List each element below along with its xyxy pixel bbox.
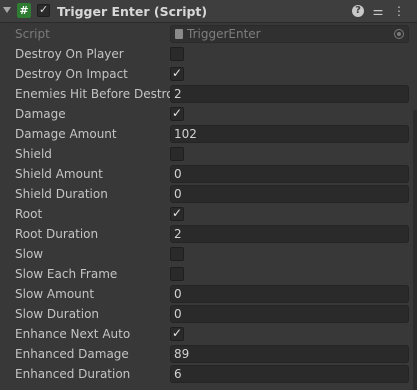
damage-amount-field[interactable]: 102	[170, 125, 409, 143]
checkmark-icon: ✓	[172, 66, 183, 80]
context-menu-icon[interactable]: ⋮	[392, 4, 406, 18]
enhance-next-auto-checkbox[interactable]: ✓	[170, 326, 184, 341]
enhance-next-auto-label: Enhance Next Auto	[15, 327, 131, 341]
enemies-hit-before-destroy-row: Enemies Hit Before Destroy 2	[0, 84, 417, 104]
checkmark-icon: ✓	[172, 326, 183, 340]
shield-duration-row: Shield Duration 0	[0, 184, 417, 204]
slow-duration-label: Slow Duration	[15, 307, 100, 321]
slow-duration-row: Slow Duration 0	[0, 304, 417, 324]
slow-amount-label: Slow Amount	[15, 287, 95, 301]
checkmark-icon: ✓	[172, 106, 183, 120]
script-icon: #	[17, 3, 31, 18]
slow-checkbox[interactable]	[170, 247, 184, 261]
damage-row: Damage ✓	[0, 104, 417, 124]
root-duration-row: Root Duration 2	[0, 224, 417, 244]
script-row: Script TriggerEnter	[0, 24, 417, 44]
root-duration-field[interactable]: 2	[170, 225, 409, 243]
root-duration-label: Root Duration	[15, 227, 99, 241]
foldout-arrow-icon[interactable]	[3, 7, 11, 13]
damage-amount-label: Damage Amount	[15, 127, 117, 141]
shield-duration-field[interactable]: 0	[170, 185, 409, 203]
shield-label: Shield	[15, 147, 52, 161]
destroy-on-impact-checkbox[interactable]: ✓	[170, 66, 184, 81]
scrollbar[interactable]	[413, 110, 417, 390]
destroy-on-player-row: Destroy On Player	[0, 44, 417, 64]
script-name: TriggerEnter	[187, 27, 261, 41]
checkmark-icon: ✓	[39, 3, 49, 16]
component-title: Trigger Enter (Script)	[57, 4, 208, 19]
destroy-on-player-checkbox[interactable]	[170, 47, 184, 61]
shield-duration-label: Shield Duration	[15, 187, 108, 201]
damage-amount-row: Damage Amount 102	[0, 124, 417, 144]
destroy-on-impact-label: Destroy On Impact	[15, 67, 128, 81]
shield-checkbox[interactable]	[170, 147, 184, 161]
enhanced-duration-field[interactable]: 6	[170, 365, 409, 383]
script-label: Script	[15, 27, 50, 41]
slow-each-frame-label: Slow Each Frame	[15, 267, 118, 281]
presets-icon[interactable]: ⚌	[371, 4, 385, 18]
enhanced-damage-label: Enhanced Damage	[15, 347, 129, 361]
checkmark-icon: ✓	[172, 206, 183, 220]
shield-amount-label: Shield Amount	[15, 167, 103, 181]
help-icon[interactable]: ?	[352, 5, 364, 17]
slow-each-frame-checkbox[interactable]	[170, 267, 184, 281]
slow-row: Slow	[0, 244, 417, 264]
enhanced-duration-label: Enhanced Duration	[15, 367, 131, 381]
shield-amount-row: Shield Amount 0	[0, 164, 417, 184]
enhanced-damage-field[interactable]: 89	[170, 345, 409, 363]
object-picker-icon	[394, 29, 404, 39]
enemies-hit-before-destroy-field[interactable]: 2	[170, 85, 409, 103]
damage-label: Damage	[15, 107, 66, 121]
slow-each-frame-row: Slow Each Frame	[0, 264, 417, 284]
enhanced-damage-row: Enhanced Damage 89	[0, 344, 417, 364]
enemies-hit-before-destroy-label: Enemies Hit Before Destroy	[15, 87, 181, 101]
root-checkbox[interactable]: ✓	[170, 206, 184, 221]
shield-row: Shield	[0, 144, 417, 164]
damage-checkbox[interactable]: ✓	[170, 106, 184, 121]
slow-amount-field[interactable]: 0	[170, 285, 409, 303]
component-enabled-checkbox[interactable]: ✓	[37, 3, 50, 17]
slow-amount-row: Slow Amount 0	[0, 284, 417, 304]
script-object-field: TriggerEnter	[170, 25, 409, 43]
root-label: Root	[15, 207, 43, 221]
component-header: # ✓ Trigger Enter (Script) ? ⚌ ⋮	[0, 0, 417, 23]
shield-amount-field[interactable]: 0	[170, 165, 409, 183]
destroy-on-impact-row: Destroy On Impact ✓	[0, 64, 417, 84]
root-row: Root ✓	[0, 204, 417, 224]
enhance-next-auto-row: Enhance Next Auto ✓	[0, 324, 417, 344]
enhanced-duration-row: Enhanced Duration 6	[0, 364, 417, 384]
script-file-icon	[175, 29, 183, 39]
destroy-on-player-label: Destroy On Player	[15, 47, 124, 61]
slow-label: Slow	[15, 247, 44, 261]
slow-duration-field[interactable]: 0	[170, 305, 409, 323]
